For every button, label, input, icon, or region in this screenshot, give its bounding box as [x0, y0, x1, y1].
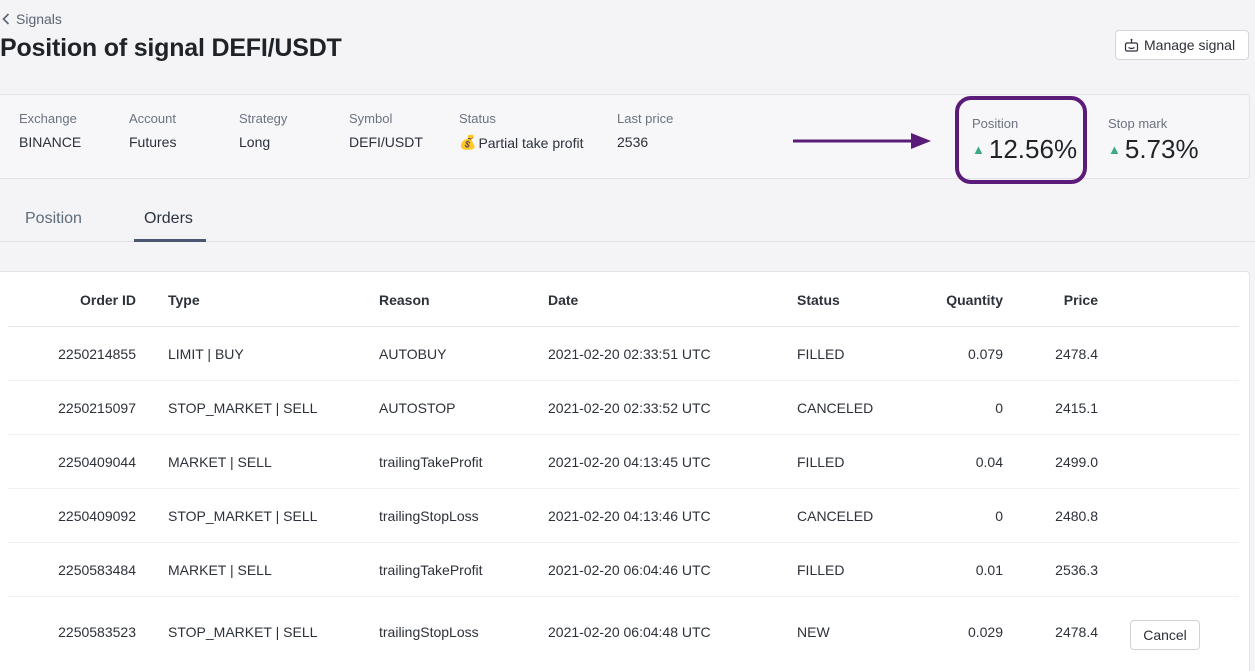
- cell-quantity: 0.04: [975, 454, 1003, 470]
- symbol-field: Symbol DEFI/USDT: [349, 111, 423, 150]
- account-field: Account Futures: [129, 111, 176, 150]
- cell-order-id: 2250214855: [58, 346, 136, 362]
- symbol-value: DEFI/USDT: [349, 134, 423, 150]
- last-price-label: Last price: [617, 111, 674, 126]
- cancel-order-button[interactable]: Cancel: [1130, 620, 1200, 650]
- table-row: 2250583484 MARKET | SELL trailingTakePro…: [8, 543, 1239, 597]
- cell-status: FILLED: [797, 454, 845, 470]
- symbol-label: Symbol: [349, 111, 393, 126]
- column-header-order-id: Order ID: [79, 292, 136, 308]
- cell-type: STOP_MARKET | SELL: [168, 400, 318, 416]
- table-row: 2250583523 STOP_MARKET | SELL trailingSt…: [8, 597, 1239, 667]
- cell-date: 2021-02-20 06:04:46 UTC: [548, 562, 711, 578]
- tab-orders[interactable]: Orders: [144, 210, 193, 228]
- robot-icon: [1124, 38, 1139, 52]
- cell-date: 2021-02-20 04:13:45 UTC: [548, 454, 711, 470]
- money-bag-icon: 💰: [459, 134, 477, 150]
- cell-order-id: 2250583523: [58, 624, 136, 640]
- back-link[interactable]: Signals: [2, 11, 62, 27]
- cell-reason: trailingStopLoss: [379, 508, 479, 524]
- cell-order-id: 2250583484: [58, 562, 136, 578]
- annotation-arrow-icon: [793, 133, 931, 149]
- exchange-label: Exchange: [19, 111, 77, 126]
- cell-reason: trailingTakeProfit: [379, 454, 483, 470]
- position-highlight-box: [955, 96, 1087, 184]
- cell-date: 2021-02-20 04:13:46 UTC: [548, 508, 711, 524]
- tab-bar: Position Orders: [0, 196, 1255, 242]
- cell-quantity: 0.079: [967, 346, 1003, 362]
- back-link-label[interactable]: Signals: [16, 11, 62, 27]
- cell-quantity: 0: [995, 508, 1003, 524]
- cell-price: 2499.0: [1055, 454, 1098, 470]
- status-value-row: 💰 Partial take profit: [459, 134, 584, 151]
- table-row: 2250214855 LIMIT | BUY AUTOBUY 2021-02-2…: [8, 327, 1239, 381]
- strategy-value: Long: [239, 134, 271, 150]
- cell-type: MARKET | SELL: [168, 454, 272, 470]
- cell-type: STOP_MARKET | SELL: [168, 624, 318, 640]
- stop-mark-value: 5.73%: [1124, 134, 1199, 164]
- exchange-field: Exchange BINANCE: [19, 111, 81, 150]
- tab-position[interactable]: Position: [25, 210, 82, 228]
- account-value: Futures: [129, 134, 177, 150]
- cell-quantity: 0.029: [967, 624, 1003, 640]
- cell-date: 2021-02-20 02:33:51 UTC: [548, 346, 711, 362]
- orders-table: Order ID Type Reason Date Status Quantit…: [0, 271, 1250, 671]
- cell-reason: trailingTakeProfit: [379, 562, 483, 578]
- cell-price: 2415.1: [1055, 400, 1098, 416]
- chevron-left-icon: [2, 13, 10, 25]
- cell-reason: trailingStopLoss: [379, 624, 479, 640]
- last-price-field: Last price 2536: [617, 111, 673, 150]
- table-row: 2250215097 STOP_MARKET | SELL AUTOSTOP 2…: [8, 381, 1239, 435]
- account-label: Account: [129, 111, 176, 126]
- active-tab-indicator: [134, 239, 206, 242]
- exchange-value: BINANCE: [19, 134, 82, 150]
- cell-price: 2478.4: [1055, 346, 1098, 362]
- cell-price: 2536.3: [1055, 562, 1098, 578]
- cell-reason: AUTOSTOP: [379, 400, 456, 416]
- table-row: 2250409092 STOP_MARKET | SELL trailingSt…: [8, 489, 1239, 543]
- strategy-label: Strategy: [239, 111, 288, 126]
- column-header-type: Type: [168, 292, 200, 308]
- cell-quantity: 0.01: [975, 562, 1003, 578]
- table-row: 2250409044 MARKET | SELL trailingTakePro…: [8, 435, 1239, 489]
- cell-type: STOP_MARKET | SELL: [168, 508, 318, 524]
- cell-price: 2478.4: [1055, 624, 1098, 640]
- column-header-reason: Reason: [379, 292, 430, 308]
- cell-status: FILLED: [797, 346, 845, 362]
- column-header-date: Date: [548, 292, 579, 308]
- strategy-field: Strategy Long: [239, 111, 287, 150]
- manage-signal-label[interactable]: Manage signal: [1144, 37, 1235, 53]
- cell-order-id: 2250409092: [58, 508, 136, 524]
- status-label: Status: [459, 111, 496, 126]
- cell-type: MARKET | SELL: [168, 562, 272, 578]
- cell-quantity: 0: [995, 400, 1003, 416]
- stop-mark-value-row: ▲ 5.73%: [1108, 134, 1199, 165]
- status-field: Status 💰 Partial take profit: [459, 111, 584, 151]
- cell-status: NEW: [797, 624, 830, 640]
- status-value: Partial take profit: [478, 134, 584, 151]
- last-price-value: 2536: [617, 134, 649, 150]
- table-header: Order ID Type Reason Date Status Quantit…: [8, 272, 1239, 327]
- cell-type: LIMIT | BUY: [168, 346, 244, 362]
- column-header-quantity: Quantity: [946, 292, 1003, 308]
- triangle-up-icon: ▲: [1108, 142, 1121, 157]
- cell-reason: AUTOBUY: [379, 346, 447, 362]
- page-title: Position of signal DEFI/USDT: [0, 34, 342, 62]
- cell-order-id: 2250215097: [58, 400, 136, 416]
- cell-status: CANCELED: [797, 400, 874, 416]
- manage-signal-button[interactable]: Manage signal: [1115, 30, 1249, 60]
- column-header-price: Price: [1063, 292, 1098, 308]
- cell-price: 2480.8: [1055, 508, 1098, 524]
- cell-order-id: 2250409044: [58, 454, 136, 470]
- cell-date: 2021-02-20 06:04:48 UTC: [548, 624, 711, 640]
- column-header-status: Status: [797, 292, 840, 308]
- stop-mark-metric: Stop mark ▲ 5.73%: [1108, 116, 1199, 165]
- cell-date: 2021-02-20 02:33:52 UTC: [548, 400, 711, 416]
- page-header: Signals Position of signal DEFI/USDT Man…: [0, 0, 1255, 94]
- cell-status: CANCELED: [797, 508, 874, 524]
- cell-status: FILLED: [797, 562, 845, 578]
- stop-mark-label: Stop mark: [1108, 116, 1168, 131]
